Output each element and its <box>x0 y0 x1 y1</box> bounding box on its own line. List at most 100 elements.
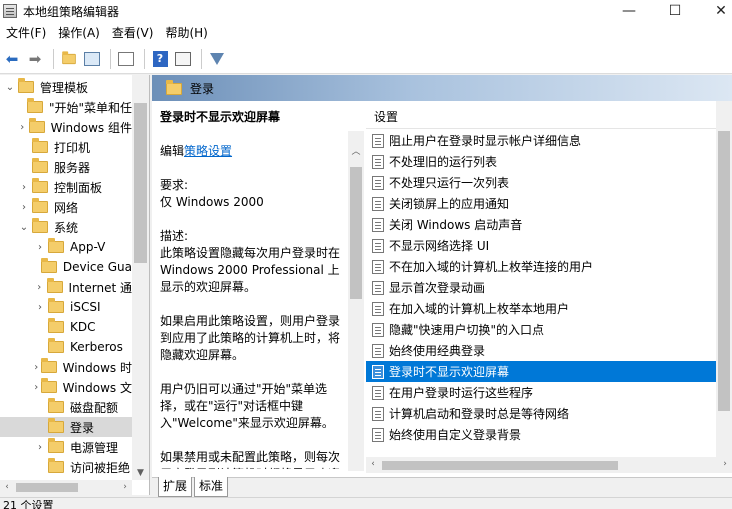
settings-list[interactable]: 设置 阻止用户在登录时显示帐户详细信息 不处理旧的运行列表 不处理只运行一次列表 关闭… <box>366 101 732 467</box>
tree-item[interactable]: › 网络 <box>0 197 132 217</box>
tree-item[interactable]: 打印机 <box>0 137 132 157</box>
policy-setting-icon <box>372 133 384 148</box>
tree-item[interactable]: Device Gua <box>0 257 132 277</box>
filter-icon[interactable] <box>207 49 227 69</box>
help-icon[interactable]: ? <box>150 49 170 69</box>
tree-item-label: 电源管理 <box>70 440 119 455</box>
chevron-right-icon[interactable]: › <box>34 362 39 373</box>
policy-setting-icon <box>372 280 384 295</box>
policy-setting-icon <box>372 301 384 316</box>
policy-setting-row[interactable]: 关闭锁屏上的应用通知 <box>366 193 726 214</box>
folder-icon <box>48 338 64 353</box>
chevron-down-icon[interactable]: ⌄ <box>18 222 30 233</box>
description-scroll-thumb[interactable] <box>350 167 362 299</box>
policy-setting-row[interactable]: 不处理旧的运行列表 <box>366 151 726 172</box>
list-scroll-right-icon[interactable]: › <box>718 457 732 471</box>
chevron-right-icon[interactable]: › <box>34 302 46 313</box>
menu-help[interactable]: 帮助(H) <box>159 22 213 44</box>
tree-item-label: Windows 时 <box>62 360 132 375</box>
policy-setting-row[interactable]: 不显示网络选择 UI <box>366 235 726 256</box>
maximize-button[interactable]: ☐ <box>652 0 698 22</box>
policy-setting-row[interactable]: 显示首次登录动画 <box>366 277 726 298</box>
menu-action[interactable]: 操作(A) <box>52 22 106 44</box>
policy-title: 登录时不显示欢迎屏幕 <box>160 110 281 124</box>
tree-item[interactable]: › Windows 时 <box>0 357 132 377</box>
tree-item[interactable]: › 电源管理 <box>0 437 132 457</box>
chevron-right-icon[interactable]: › <box>18 202 30 213</box>
tree-item[interactable]: 登录 <box>0 417 132 437</box>
tree-item[interactable]: › Internet 通 <box>0 277 132 297</box>
up-folder-icon[interactable] <box>59 49 79 69</box>
policy-setting-row[interactable]: 阻止用户在登录时显示帐户详细信息 <box>366 130 726 151</box>
chevron-down-icon[interactable]: ⌄ <box>4 82 16 93</box>
close-button[interactable]: ✕ <box>698 0 732 22</box>
tree-scroll-down-icon[interactable]: ▼ <box>132 466 149 480</box>
edit-policy-link[interactable]: 策略设置 <box>184 144 232 158</box>
menu-file[interactable]: 文件(F) <box>0 22 52 44</box>
tree-item[interactable]: "开始"菜单和任 <box>0 97 132 117</box>
folder-icon <box>32 198 48 213</box>
back-arrow-icon[interactable]: ⬅ <box>2 49 22 69</box>
forward-arrow-icon[interactable]: ➡ <box>25 49 45 69</box>
properties-icon[interactable] <box>173 49 193 69</box>
policy-setting-row[interactable]: 在用户登录时运行这些程序 <box>366 382 726 403</box>
policy-setting-row[interactable]: 不在加入域的计算机上枚举连接的用户 <box>366 256 726 277</box>
folder-icon <box>26 98 43 113</box>
export-list-icon[interactable] <box>116 49 136 69</box>
description-scrollbar[interactable]: ︿ <box>348 131 364 471</box>
description-scroll-up-icon[interactable]: ︿ <box>348 145 364 159</box>
tree-item-label: 登录 <box>70 420 95 435</box>
tree-item[interactable]: › iSCSI <box>0 297 132 317</box>
tree-item[interactable]: 访问被拒绝 <box>0 457 132 477</box>
policy-setting-row[interactable]: 不处理只运行一次列表 <box>366 172 726 193</box>
tree-item[interactable]: 服务器 <box>0 157 132 177</box>
tree-item[interactable]: Kerberos <box>0 337 132 357</box>
tree-scroll-right-icon[interactable]: › <box>118 480 132 494</box>
tree-item[interactable]: › App-V <box>0 237 132 257</box>
chevron-right-icon[interactable]: › <box>34 282 45 293</box>
chevron-right-icon[interactable]: › <box>18 182 30 193</box>
settings-column-header[interactable]: 设置 <box>366 101 716 129</box>
policy-setting-row[interactable]: 隐藏"快速用户切换"的入口点 <box>366 319 726 340</box>
policy-setting-row[interactable]: 在加入域的计算机上枚举本地用户 <box>366 298 726 319</box>
tree-item[interactable]: › Windows 文 <box>0 377 132 397</box>
tab-standard[interactable]: 标准 <box>194 477 229 497</box>
policy-setting-label: 不显示网络选择 UI <box>389 239 490 253</box>
tree-scroll-thumb[interactable] <box>134 103 147 263</box>
policy-setting-icon <box>372 406 384 421</box>
tree-item[interactable]: ⌄ 管理模板 <box>0 77 132 97</box>
tree-hscroll-thumb[interactable] <box>16 483 78 492</box>
folder-icon <box>48 458 64 473</box>
tree-scroll-left-icon[interactable]: ‹ <box>0 480 14 494</box>
tree-item[interactable]: 磁盘配额 <box>0 397 132 417</box>
policy-setting-row[interactable]: 计算机启动和登录时总是等待网络 <box>366 403 726 424</box>
description-paragraph: 用户仍旧可以通过"开始"菜单选择，或在"运行"对话框中键入"Welcome"来显… <box>160 382 334 430</box>
show-hide-tree-icon[interactable] <box>82 49 102 69</box>
chevron-right-icon[interactable]: › <box>34 442 46 453</box>
policy-setting-row[interactable]: 关闭 Windows 启动声音 <box>366 214 726 235</box>
menu-view[interactable]: 查看(V) <box>106 22 160 44</box>
tree-item[interactable]: ⌄ 系统 <box>0 217 132 237</box>
chevron-right-icon[interactable]: › <box>34 382 39 393</box>
list-hscroll-thumb[interactable] <box>382 461 618 470</box>
tree-item[interactable]: › 控制面板 <box>0 177 132 197</box>
list-scroll-thumb[interactable] <box>718 131 730 411</box>
tree-horizontal-scrollbar[interactable]: ‹ › <box>0 480 132 495</box>
navigation-tree[interactable]: ⌄ 管理模板 "开始"菜单和任 › Windows 组件 打印机 服务器 › 控制面板 › 网络 ⌄ 系… <box>0 75 150 495</box>
tree-vertical-scrollbar[interactable]: ▼ <box>132 75 149 480</box>
chevron-right-icon[interactable]: › <box>34 242 46 253</box>
category-header: 登录 <box>152 75 732 101</box>
policy-setting-icon <box>372 196 384 211</box>
list-horizontal-scrollbar[interactable]: ‹ › <box>366 457 732 473</box>
tree-item[interactable]: › Windows 组件 <box>0 117 132 137</box>
list-vertical-scrollbar[interactable] <box>716 101 732 457</box>
minimize-button[interactable]: — <box>606 0 652 22</box>
tab-extended[interactable]: 扩展 <box>158 477 193 497</box>
policy-setting-row[interactable]: 始终使用自定义登录背景 <box>366 424 726 445</box>
list-scroll-left-icon[interactable]: ‹ <box>366 457 380 471</box>
folder-icon <box>48 318 64 333</box>
policy-setting-row[interactable]: 始终使用经典登录 <box>366 340 726 361</box>
tree-item[interactable]: KDC <box>0 317 132 337</box>
policy-setting-row[interactable]: 登录时不显示欢迎屏幕 <box>366 361 726 382</box>
chevron-right-icon[interactable]: › <box>18 122 27 133</box>
